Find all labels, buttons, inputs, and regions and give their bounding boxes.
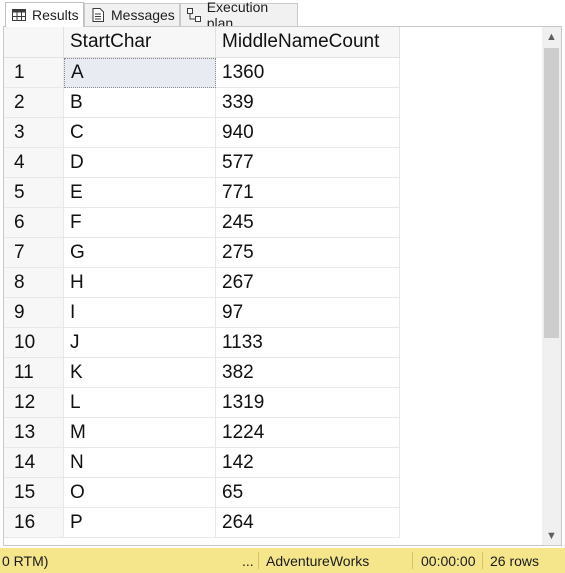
- table-row: 7 G 275: [4, 238, 400, 268]
- cell-middlenamecount[interactable]: 267: [216, 268, 400, 298]
- scroll-down-arrow-icon[interactable]: ▼: [542, 526, 561, 545]
- row-number-cell[interactable]: 9: [4, 298, 64, 328]
- cell-startchar[interactable]: I: [64, 298, 216, 328]
- vertical-scrollbar[interactable]: ▲ ▼: [542, 27, 561, 545]
- status-elapsed-time: 00:00:00: [421, 552, 476, 569]
- tab-messages[interactable]: Messages: [84, 3, 180, 26]
- cell-middlenamecount[interactable]: 264: [216, 508, 400, 538]
- table-row: 1 A 1360: [4, 58, 400, 88]
- cell-startchar[interactable]: M: [64, 418, 216, 448]
- row-number-cell[interactable]: 1: [4, 58, 64, 88]
- table-row: 9 I 97: [4, 298, 400, 328]
- cell-startchar[interactable]: B: [64, 88, 216, 118]
- table-row: 10 J 1133: [4, 328, 400, 358]
- cell-middlenamecount[interactable]: 1133: [216, 328, 400, 358]
- scrollbar-thumb[interactable]: [544, 48, 559, 338]
- cell-middlenamecount[interactable]: 97: [216, 298, 400, 328]
- status-server-version: 0 RTM): [2, 552, 49, 569]
- cell-middlenamecount[interactable]: 142: [216, 448, 400, 478]
- status-bar: 0 RTM) ... AdventureWorks 00:00:00 26 ro…: [0, 548, 565, 573]
- cell-startchar[interactable]: P: [64, 508, 216, 538]
- status-divider: [412, 552, 413, 569]
- column-header-middlenamecount[interactable]: MiddleNameCount: [216, 27, 400, 58]
- cell-startchar[interactable]: H: [64, 268, 216, 298]
- cell-middlenamecount[interactable]: 275: [216, 238, 400, 268]
- table-row: 16 P 264: [4, 508, 400, 538]
- row-number-cell[interactable]: 2: [4, 88, 64, 118]
- cell-middlenamecount[interactable]: 940: [216, 118, 400, 148]
- row-number-cell[interactable]: 15: [4, 478, 64, 508]
- cell-middlenamecount[interactable]: 1224: [216, 418, 400, 448]
- cell-startchar[interactable]: E: [64, 178, 216, 208]
- row-number-cell[interactable]: 4: [4, 148, 64, 178]
- table-row: 8 H 267: [4, 268, 400, 298]
- messages-icon: [89, 6, 107, 24]
- table-row: 5 E 771: [4, 178, 400, 208]
- cell-startchar[interactable]: N: [64, 448, 216, 478]
- row-number-cell[interactable]: 11: [4, 358, 64, 388]
- status-divider: [258, 552, 259, 569]
- tab-results[interactable]: Results: [5, 2, 84, 27]
- tab-execution-plan[interactable]: Execution plan: [180, 0, 298, 31]
- row-number-cell[interactable]: 6: [4, 208, 64, 238]
- table-row: 15 O 65: [4, 478, 400, 508]
- cell-middlenamecount[interactable]: 65: [216, 478, 400, 508]
- row-number-cell[interactable]: 8: [4, 268, 64, 298]
- table-row: 3 C 940: [4, 118, 400, 148]
- grid-icon: [10, 6, 28, 24]
- table-row: 14 N 142: [4, 448, 400, 478]
- table-row: 13 M 1224: [4, 418, 400, 448]
- cell-middlenamecount[interactable]: 339: [216, 88, 400, 118]
- cell-middlenamecount[interactable]: 577: [216, 148, 400, 178]
- table-row: 12 L 1319: [4, 388, 400, 418]
- table-row: 11 K 382: [4, 358, 400, 388]
- status-ellipsis: ...: [242, 552, 254, 569]
- table-row: 2 B 339: [4, 88, 400, 118]
- cell-startchar[interactable]: F: [64, 208, 216, 238]
- results-tab-bar: Results Messages Execution plan: [0, 0, 565, 31]
- cell-startchar[interactable]: C: [64, 118, 216, 148]
- execution-plan-icon: [185, 6, 203, 24]
- cell-startchar[interactable]: L: [64, 388, 216, 418]
- row-number-header: [4, 27, 64, 58]
- row-number-cell[interactable]: 16: [4, 508, 64, 538]
- cell-middlenamecount[interactable]: 245: [216, 208, 400, 238]
- row-number-cell[interactable]: 3: [4, 118, 64, 148]
- tab-results-label: Results: [32, 7, 79, 23]
- cell-middlenamecount[interactable]: 1360: [216, 58, 400, 88]
- cell-startchar[interactable]: O: [64, 478, 216, 508]
- cell-startchar[interactable]: D: [64, 148, 216, 178]
- column-header-startchar[interactable]: StartChar: [64, 27, 216, 58]
- status-database: AdventureWorks: [266, 552, 370, 569]
- cell-startchar[interactable]: A: [64, 58, 216, 88]
- row-number-cell[interactable]: 14: [4, 448, 64, 478]
- status-divider: [482, 552, 483, 569]
- table-row: 6 F 245: [4, 208, 400, 238]
- table-row: 4 D 577: [4, 148, 400, 178]
- cell-startchar[interactable]: G: [64, 238, 216, 268]
- scroll-up-arrow-icon[interactable]: ▲: [542, 27, 561, 46]
- tab-messages-label: Messages: [111, 7, 175, 23]
- row-number-cell[interactable]: 12: [4, 388, 64, 418]
- results-grid[interactable]: StartChar MiddleNameCount 1 A 1360 2 B 339 3 C 9…: [3, 26, 562, 546]
- cell-startchar[interactable]: K: [64, 358, 216, 388]
- cell-middlenamecount[interactable]: 1319: [216, 388, 400, 418]
- row-number-cell[interactable]: 13: [4, 418, 64, 448]
- cell-middlenamecount[interactable]: 382: [216, 358, 400, 388]
- cell-middlenamecount[interactable]: 771: [216, 178, 400, 208]
- status-row-count: 26 rows: [490, 552, 540, 569]
- row-number-cell[interactable]: 5: [4, 178, 64, 208]
- row-number-cell[interactable]: 10: [4, 328, 64, 358]
- cell-startchar[interactable]: J: [64, 328, 216, 358]
- row-number-cell[interactable]: 7: [4, 238, 64, 268]
